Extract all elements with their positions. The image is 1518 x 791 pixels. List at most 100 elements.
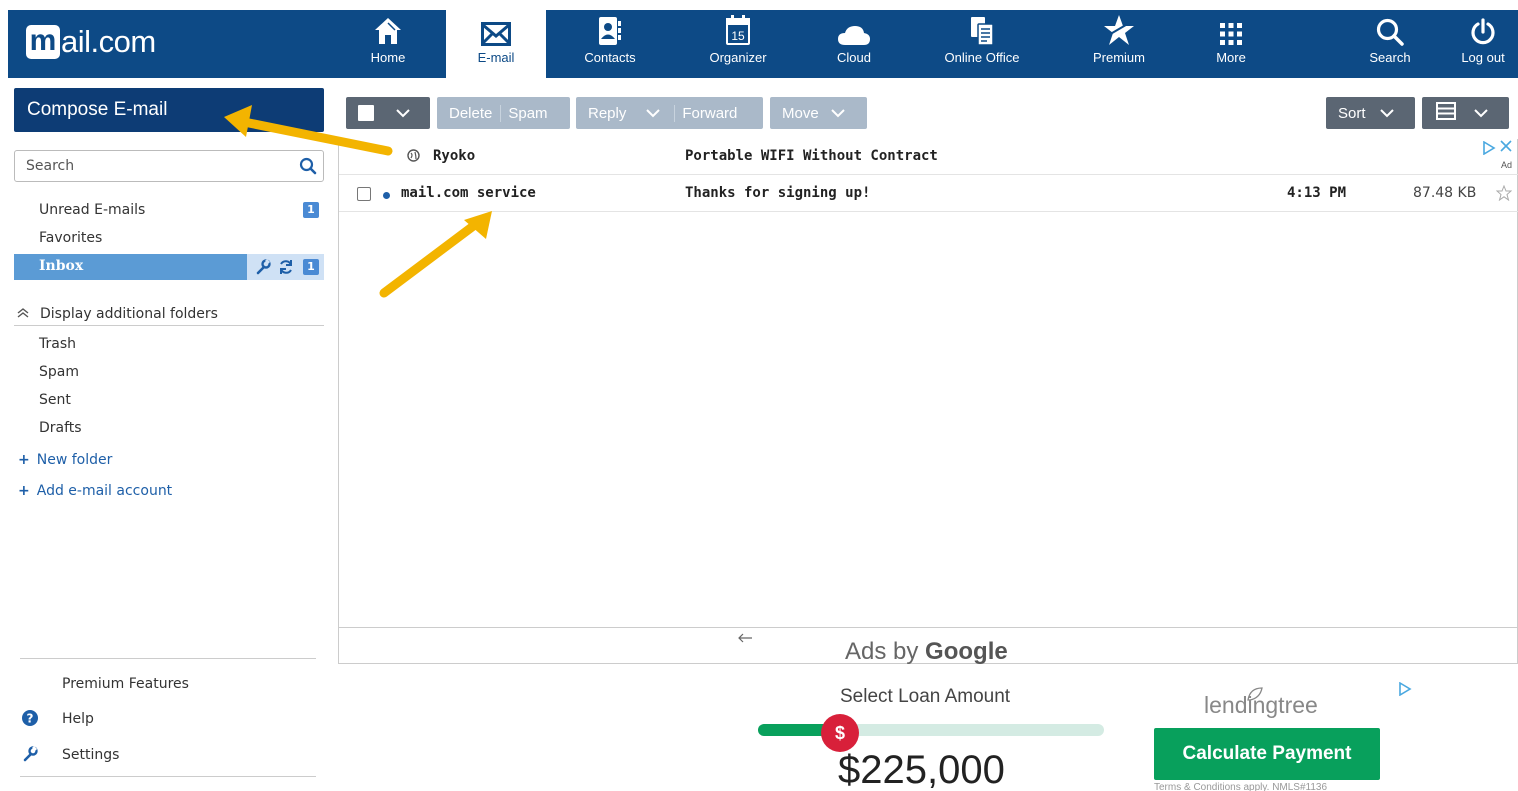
ad-choices-icon[interactable] [1398, 681, 1412, 700]
chevron-down-icon [830, 105, 845, 122]
plus-icon: + [18, 483, 30, 499]
sidebar-search [14, 150, 324, 182]
premium-features-link[interactable]: Premium Features [62, 676, 189, 692]
calendar-day: 15 [731, 29, 745, 43]
sidebar-item-unread[interactable]: Unread E-mails [39, 202, 145, 218]
help-link[interactable]: Help [62, 711, 94, 727]
message-toolbar: Delete Spam Reply Forward Move Sort [338, 89, 1518, 139]
message-subject: Portable WIFI Without Contract [685, 148, 938, 164]
move-label: Move [782, 104, 819, 122]
message-checkbox[interactable] [357, 187, 371, 201]
message-time: 4:13 PM [1287, 185, 1347, 201]
home-icon [374, 10, 402, 50]
sidebar-item-favorites[interactable]: Favorites [39, 230, 102, 246]
chevron-down-icon [1379, 105, 1394, 122]
select-all-dropdown[interactable] [346, 97, 430, 129]
arrow-left-icon[interactable] [737, 632, 753, 648]
grid-icon [1219, 10, 1243, 50]
inbox-count-badge: 1 [303, 259, 319, 275]
star-icon[interactable] [1495, 184, 1513, 205]
help-icon: ? [22, 710, 38, 730]
nav-premium[interactable]: Premium [1084, 10, 1154, 78]
delete-button[interactable]: Delete [437, 104, 502, 122]
nav-logout[interactable]: Log out [1454, 10, 1512, 78]
star-icon [1103, 10, 1135, 50]
nav-search[interactable]: Search [1362, 10, 1418, 78]
ad-choices-icon[interactable] [1482, 140, 1498, 159]
nav-home-label: Home [370, 50, 406, 65]
lendingtree-logo[interactable]: lendingtree [1204, 687, 1318, 719]
leaf-icon [1246, 686, 1264, 706]
message-sender: Ryoko [433, 148, 476, 164]
nav-contacts[interactable]: Contacts [574, 10, 646, 78]
mailcom-logo[interactable]: m ail.com [26, 22, 156, 62]
nav-premium-label: Premium [1092, 50, 1145, 65]
chevron-down-icon [1474, 105, 1488, 122]
sidebar-item-spam[interactable]: Spam [39, 364, 79, 380]
inbox-highlight: Inbox [14, 254, 247, 280]
spam-button[interactable]: Spam [501, 105, 547, 122]
nav-home[interactable]: Home [360, 10, 416, 78]
add-account-label: Add e-mail account [36, 483, 173, 499]
nav-search-label: Search [1369, 50, 1411, 65]
move-button[interactable]: Move [770, 97, 867, 129]
settings-link[interactable]: Settings [62, 747, 119, 763]
sponsored-globe-icon [407, 149, 420, 166]
select-checkbox-icon [358, 105, 374, 121]
slider-handle[interactable]: $ [821, 714, 859, 752]
wrench-icon[interactable] [255, 258, 271, 279]
nav-contacts-label: Contacts [584, 50, 636, 65]
sort-button[interactable]: Sort [1326, 97, 1415, 129]
double-chevron-up-icon [17, 307, 29, 323]
advertisement: Select Loan Amount $ $225,000 lendingtre… [448, 678, 1418, 791]
nav-online-office[interactable]: Online Office [932, 10, 1032, 78]
nav-online-office-label: Online Office [944, 50, 1020, 65]
unread-count-badge: 1 [303, 202, 319, 218]
new-folder-link[interactable]: + New folder [18, 452, 112, 468]
power-icon [1470, 10, 1496, 50]
search-icon[interactable] [299, 157, 317, 179]
nav-email-label: E-mail [477, 50, 515, 65]
search-input[interactable] [15, 151, 285, 181]
display-folders-label: Display additional folders [40, 306, 218, 322]
loan-slider[interactable] [758, 724, 1104, 736]
sidebar-item-sent[interactable]: Sent [39, 392, 71, 408]
nav-cloud[interactable]: Cloud [828, 10, 880, 78]
nav-more[interactable]: More [1208, 10, 1254, 78]
inbox-label: Inbox [39, 258, 84, 274]
nav-email[interactable]: E-mail [446, 10, 546, 78]
logo-text: ail.com [61, 24, 156, 59]
list-view-icon [1436, 102, 1456, 124]
message-row-sponsored[interactable]: Ryoko Portable WIFI Without Contract Ad [339, 139, 1518, 175]
calculate-payment-button[interactable]: Calculate Payment [1154, 728, 1380, 780]
sidebar-item-trash[interactable]: Trash [39, 336, 76, 352]
ads-by-google: Ads by Google [845, 638, 1008, 666]
nav-organizer[interactable]: 15 Organizer [694, 10, 782, 78]
forward-button[interactable]: Forward [674, 104, 737, 122]
chevron-down-icon [396, 105, 410, 122]
view-options-button[interactable] [1422, 97, 1509, 129]
ads-footer: Ads by Google [339, 627, 1517, 666]
loan-amount: $225,000 [838, 748, 1005, 791]
sidebar-item-inbox[interactable]: Inbox 1 [14, 254, 324, 280]
sidebar-item-drafts[interactable]: Drafts [39, 420, 82, 436]
sidebar-divider [20, 776, 316, 777]
reply-button[interactable]: Reply [576, 105, 626, 122]
svg-text:?: ? [27, 712, 34, 726]
ad-close-icon[interactable] [1500, 139, 1512, 157]
logo-mark: m [26, 25, 60, 59]
loan-title: Select Loan Amount [840, 686, 1011, 707]
plus-icon: + [18, 452, 30, 468]
refresh-icon[interactable] [278, 259, 294, 279]
sort-label: Sort [1338, 104, 1366, 122]
message-row[interactable]: mail.com service Thanks for signing up! … [339, 176, 1518, 212]
top-navigation-bar: m ail.com Home E-mail Contacts 15 Organi… [8, 10, 1518, 78]
add-email-account-link[interactable]: + Add e-mail account [18, 483, 172, 499]
unread-dot-icon [383, 192, 390, 199]
reply-chevron-icon[interactable] [646, 105, 661, 122]
display-additional-folders[interactable]: Display additional folders [14, 304, 324, 326]
compose-email-button[interactable]: Compose E-mail [14, 88, 324, 132]
message-list: Ryoko Portable WIFI Without Contract Ad … [338, 139, 1518, 666]
message-subject: Thanks for signing up! [685, 185, 871, 201]
google-label: Google [925, 638, 1008, 665]
